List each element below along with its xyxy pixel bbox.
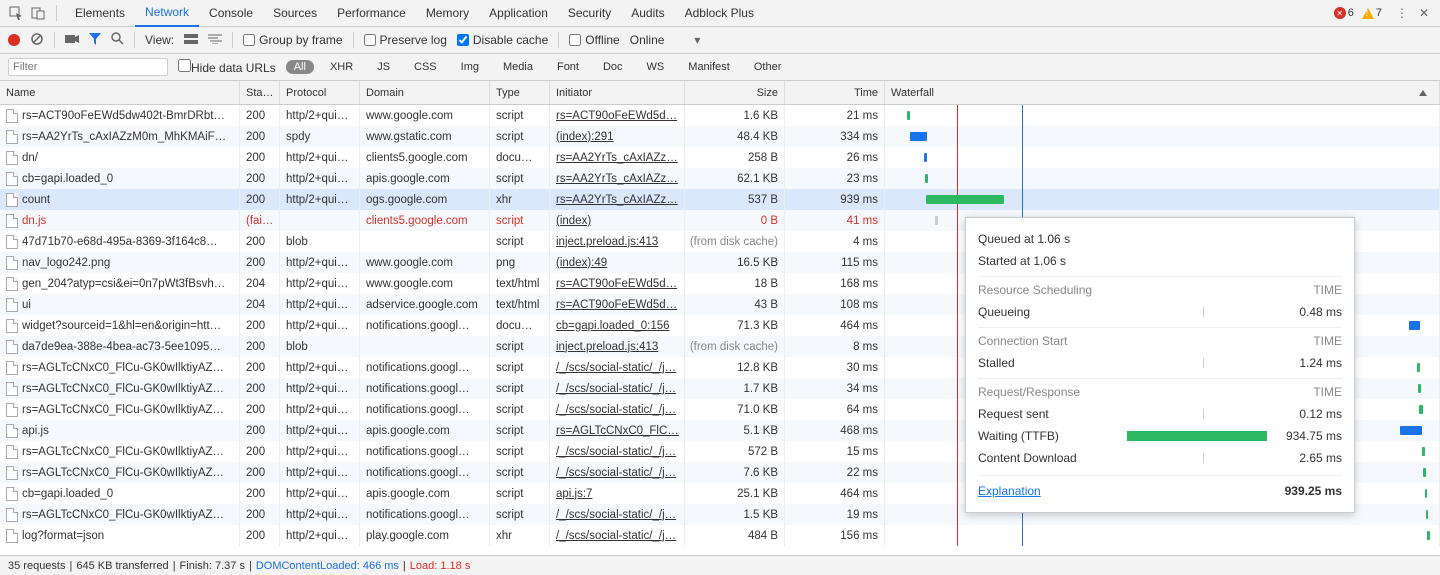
clear-icon[interactable] <box>30 32 44 49</box>
file-icon <box>6 403 18 417</box>
tab-performance[interactable]: Performance <box>327 0 416 27</box>
file-icon <box>6 382 18 396</box>
filter-icon[interactable] <box>89 33 101 48</box>
inspect-icon[interactable] <box>6 3 26 23</box>
filter-chip-css[interactable]: CSS <box>406 60 445 74</box>
table-row[interactable]: log?format=json200http/2+qui…play.google… <box>0 525 1440 546</box>
filter-chip-other[interactable]: Other <box>746 60 790 74</box>
table-row[interactable]: rs=AA2YrTs_cAxIAZzM0m_MhKMAiF…200spdywww… <box>0 126 1440 147</box>
search-icon[interactable] <box>111 32 124 48</box>
file-icon <box>6 235 18 249</box>
col-domain[interactable]: Domain <box>360 81 490 104</box>
total-time: 939.25 ms <box>1285 484 1342 498</box>
disable-cache-checkbox[interactable]: Disable cache <box>457 33 548 47</box>
file-icon <box>6 256 18 270</box>
col-waterfall[interactable]: Waterfall <box>885 81 1440 104</box>
preserve-log-checkbox[interactable]: Preserve log <box>364 33 447 47</box>
tab-sources[interactable]: Sources <box>263 0 327 27</box>
explanation-link[interactable]: Explanation <box>978 484 1041 498</box>
col-time[interactable]: Time <box>785 81 885 104</box>
file-icon <box>6 340 18 354</box>
view-small-icon[interactable] <box>208 33 222 47</box>
column-headers: Name Sta… Protocol Domain Type Initiator… <box>0 81 1440 105</box>
hide-data-urls-checkbox[interactable]: Hide data URLs <box>178 59 276 75</box>
file-icon <box>6 214 18 228</box>
file-icon <box>6 193 18 207</box>
queued-label: Queued at 1.06 s <box>978 232 1070 246</box>
filter-chip-manifest[interactable]: Manifest <box>680 60 738 74</box>
filter-chip-doc[interactable]: Doc <box>595 60 631 74</box>
tab-adblock-plus[interactable]: Adblock Plus <box>675 0 764 27</box>
file-icon <box>6 298 18 312</box>
record-button[interactable] <box>8 34 20 46</box>
finish-time: Finish: 7.37 s <box>180 560 245 572</box>
col-size[interactable]: Size <box>685 81 785 104</box>
file-icon <box>6 466 18 480</box>
group-by-frame-checkbox[interactable]: Group by frame <box>243 33 342 47</box>
tab-network[interactable]: Network <box>135 0 199 27</box>
tab-memory[interactable]: Memory <box>416 0 479 27</box>
tab-application[interactable]: Application <box>479 0 558 27</box>
filter-chip-all[interactable]: All <box>286 60 314 74</box>
table-row[interactable]: dn/200http/2+qui…clients5.google.comdocu… <box>0 147 1440 168</box>
chevron-down-icon[interactable]: ▾ <box>694 33 700 47</box>
view-large-icon[interactable] <box>184 33 198 47</box>
warning-count[interactable]: 7 <box>1362 7 1382 19</box>
devtools-tabbar: ElementsNetworkConsoleSourcesPerformance… <box>0 0 1440 27</box>
col-protocol[interactable]: Protocol <box>280 81 360 104</box>
file-icon <box>6 445 18 459</box>
file-icon <box>6 151 18 165</box>
col-name[interactable]: Name <box>0 81 240 104</box>
table-row[interactable]: cb=gapi.loaded_0200http/2+qui…apis.googl… <box>0 168 1440 189</box>
file-icon <box>6 529 18 543</box>
filter-input[interactable] <box>8 58 168 76</box>
file-icon <box>6 361 18 375</box>
tab-security[interactable]: Security <box>558 0 621 27</box>
file-icon <box>6 508 18 522</box>
filter-bar: Hide data URLs All XHR JS CSS Img Media Font Do… <box>0 54 1440 81</box>
error-count[interactable]: ✕6 <box>1334 7 1354 19</box>
status-bar: 35 requests | 645 KB transferred | Finis… <box>0 555 1440 575</box>
file-icon <box>6 277 18 291</box>
load-time: Load: 1.18 s <box>410 560 471 572</box>
file-icon <box>6 109 18 123</box>
device-icon[interactable] <box>28 3 48 23</box>
tab-console[interactable]: Console <box>199 0 263 27</box>
started-label: Started at 1.06 s <box>978 254 1066 268</box>
sort-ascending-icon <box>1419 90 1427 96</box>
table-row[interactable]: rs=ACT90oFeEWd5dw402t-BmrDRbt…200http/2+… <box>0 105 1440 126</box>
transferred-size: 645 KB transferred <box>76 560 168 572</box>
filter-chip-ws[interactable]: WS <box>639 60 673 74</box>
network-toolbar: View: Group by frame Preserve log Disabl… <box>0 27 1440 54</box>
close-icon[interactable]: ✕ <box>1414 3 1434 23</box>
tab-elements[interactable]: Elements <box>65 0 135 27</box>
tab-audits[interactable]: Audits <box>621 0 674 27</box>
col-status[interactable]: Sta… <box>240 81 280 104</box>
offline-checkbox[interactable]: Offline <box>569 33 619 47</box>
filter-chip-media[interactable]: Media <box>495 60 541 74</box>
camera-icon[interactable] <box>65 33 79 47</box>
filter-chip-font[interactable]: Font <box>549 60 587 74</box>
file-icon <box>6 424 18 438</box>
requests-count: 35 requests <box>8 560 65 572</box>
file-icon <box>6 487 18 501</box>
filter-chip-js[interactable]: JS <box>369 60 398 74</box>
view-label: View: <box>145 33 174 47</box>
timing-popup: Queued at 1.06 s Started at 1.06 s Resou… <box>965 217 1355 513</box>
filter-chip-img[interactable]: Img <box>453 60 487 74</box>
file-icon <box>6 172 18 186</box>
col-type[interactable]: Type <box>490 81 550 104</box>
filter-chip-xhr[interactable]: XHR <box>322 60 361 74</box>
table-row[interactable]: count200http/2+qui…ogs.google.comxhrrs=A… <box>0 189 1440 210</box>
col-initiator[interactable]: Initiator <box>550 81 685 104</box>
more-icon[interactable]: ⋮ <box>1392 3 1412 23</box>
file-icon <box>6 130 18 144</box>
file-icon <box>6 319 18 333</box>
dcl-time: DOMContentLoaded: 466 ms <box>256 560 399 572</box>
throttle-select[interactable]: Online <box>630 33 665 47</box>
